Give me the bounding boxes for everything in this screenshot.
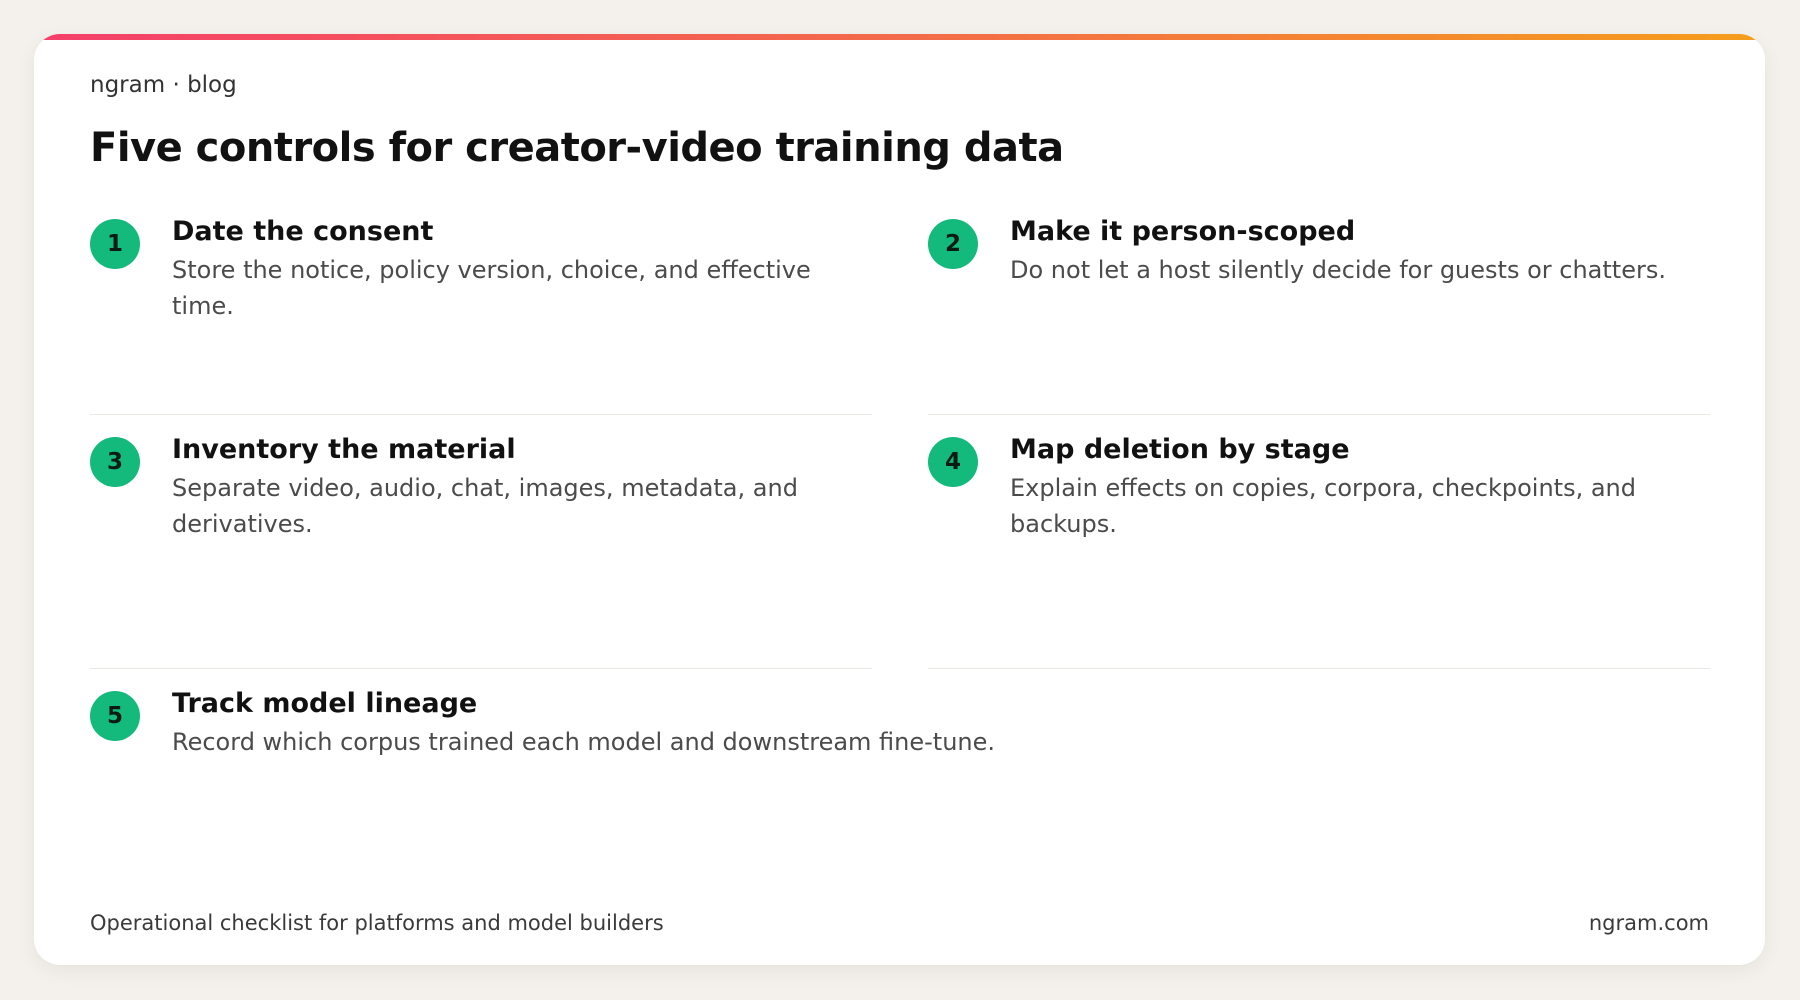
item-description: Do not let a host silently decide for gu…: [1010, 256, 1666, 284]
number-badge: 2: [928, 219, 978, 269]
divider: [928, 668, 1710, 669]
number-badge: 4: [928, 437, 978, 487]
brand-label: ngram · blog: [90, 72, 237, 98]
item-description: Separate video, audio, chat, images, met…: [172, 474, 798, 538]
page-title: Five controls for creator-video training…: [90, 125, 1064, 171]
number-badge: 3: [90, 437, 140, 487]
divider: [928, 414, 1710, 415]
footer-site: ngram.com: [1588, 911, 1709, 935]
number-badge: 1: [90, 219, 140, 269]
item-title: Date the consent: [172, 216, 434, 247]
item-description: Store the notice, policy version, choice…: [172, 256, 811, 320]
divider: [90, 414, 872, 415]
footer-caption: Operational checklist for platforms and …: [90, 911, 664, 935]
item-description: Explain effects on copies, corpora, chec…: [1010, 474, 1637, 538]
item-title: Make it person-scoped: [1010, 216, 1356, 247]
divider: [90, 668, 872, 669]
item-description: Record which corpus trained each model a…: [172, 728, 996, 756]
item-title: Inventory the material: [172, 434, 516, 465]
accent-bar: [34, 34, 1765, 40]
item-title: Map deletion by stage: [1010, 434, 1350, 465]
checklist-card: ngram · blog Five controls for creator-v…: [34, 34, 1765, 965]
number-badge: 5: [90, 691, 140, 741]
item-title: Track model lineage: [172, 688, 478, 719]
